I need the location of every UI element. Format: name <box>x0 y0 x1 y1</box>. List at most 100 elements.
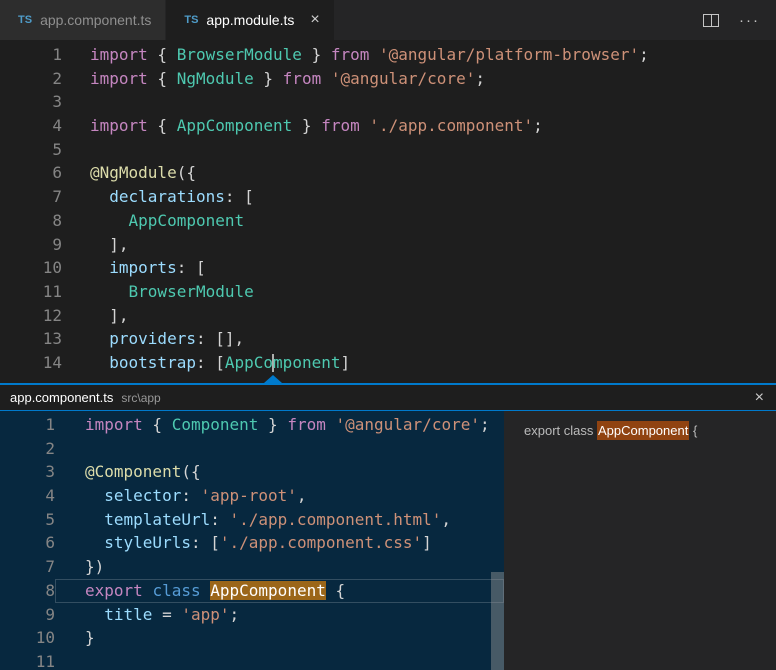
code-token: export <box>85 581 143 600</box>
line-number: 6 <box>0 161 62 185</box>
code-line: 13 providers: [], <box>0 327 776 351</box>
code-line-text: declarations: [ <box>62 185 776 209</box>
line-number: 4 <box>0 484 55 508</box>
peek-definition-widget: app.component.ts src\app × 1 import { Com… <box>0 383 776 670</box>
code-line: 7 declarations: [ <box>0 185 776 209</box>
peek-vertical-scrollbar[interactable] <box>491 572 504 670</box>
code-token <box>85 533 104 552</box>
reference-match-highlight: AppComponent <box>597 421 689 440</box>
code-token: from <box>331 45 370 64</box>
code-token <box>90 187 109 206</box>
more-actions-icon[interactable]: ··· <box>739 13 760 28</box>
close-peek-icon[interactable]: × <box>755 390 764 406</box>
line-number: 13 <box>0 327 62 351</box>
code-token: { <box>148 45 177 64</box>
code-line-text <box>55 437 504 461</box>
line-number: 11 <box>0 280 62 304</box>
code-line: 6 styleUrls: ['./app.component.css'] <box>0 531 504 555</box>
code-token: : [], <box>196 329 244 348</box>
code-token: : [ <box>196 353 225 372</box>
line-number: 2 <box>0 437 55 461</box>
code-token: '@angular/core' <box>331 69 476 88</box>
code-line-text: templateUrl: './app.component.html', <box>55 508 504 532</box>
line-number: 7 <box>0 185 62 209</box>
editor-app-module[interactable]: 1import { BrowserModule } from '@angular… <box>0 40 776 383</box>
code-token: './app.component.html' <box>230 510 442 529</box>
code-line: 11 <box>0 650 504 670</box>
line-number: 6 <box>0 531 55 555</box>
code-line: 8 AppComponent <box>0 209 776 233</box>
code-token: ] <box>340 353 350 372</box>
code-token: { <box>148 69 177 88</box>
code-line-text: export class AppComponent { <box>55 579 504 603</box>
code-line-text: ], <box>62 233 776 257</box>
code-line-text: bootstrap: [AppComponent] <box>62 351 776 375</box>
code-line: 9 ], <box>0 233 776 257</box>
code-token: BrowserModule <box>129 282 254 301</box>
line-number: 7 <box>0 555 55 579</box>
code-token: styleUrls <box>104 533 191 552</box>
code-token: import <box>90 45 148 64</box>
code-token: title <box>104 605 152 624</box>
typescript-file-icon: TS <box>184 14 198 26</box>
code-token: { <box>148 116 177 135</box>
code-token: import <box>85 415 143 434</box>
line-number: 3 <box>0 460 55 484</box>
main-code-area: 1import { BrowserModule } from '@angular… <box>0 43 776 375</box>
line-number: 5 <box>0 508 55 532</box>
code-token: providers <box>109 329 196 348</box>
code-line-text: styleUrls: ['./app.component.css'] <box>55 531 504 555</box>
code-token <box>85 510 104 529</box>
code-line: 4 selector: 'app-root', <box>0 484 504 508</box>
code-token: ; <box>533 116 543 135</box>
code-token: 'app' <box>181 605 229 624</box>
code-token <box>90 282 129 301</box>
line-number: 1 <box>0 413 55 437</box>
code-token: : [ <box>225 187 254 206</box>
tab-label: app.module.ts <box>206 12 294 28</box>
code-line: 2import { NgModule } from '@angular/core… <box>0 67 776 91</box>
code-token: } <box>85 628 95 647</box>
code-token: from <box>321 116 360 135</box>
line-number: 1 <box>0 43 62 67</box>
code-line: 10} <box>0 626 504 650</box>
tab-app-module-ts[interactable]: TS app.module.ts × <box>166 0 334 40</box>
peek-editor-app-component[interactable]: 1import { Component } from '@angular/cor… <box>0 411 504 670</box>
code-token <box>143 581 153 600</box>
peek-body: 1import { Component } from '@angular/cor… <box>0 411 776 670</box>
code-token: : [ <box>177 258 206 277</box>
code-line-text: @NgModule({ <box>62 161 776 185</box>
code-token: AppCo <box>225 353 273 372</box>
peek-references-list: export class AppComponent { <box>504 411 776 670</box>
code-token: ], <box>90 235 129 254</box>
code-token <box>90 211 129 230</box>
code-token: Component <box>172 415 259 434</box>
code-line: 5 templateUrl: './app.component.html', <box>0 508 504 532</box>
code-line-text: title = 'app'; <box>55 603 504 627</box>
line-number: 14 <box>0 351 62 375</box>
code-token: AppComponent <box>129 211 245 230</box>
peek-file-path: src\app <box>121 391 160 405</box>
code-line: 9 title = 'app'; <box>0 603 504 627</box>
tab-app-component-ts[interactable]: TS app.component.ts <box>0 0 166 40</box>
line-number: 10 <box>0 626 55 650</box>
peek-reference-item[interactable]: export class AppComponent { <box>504 419 776 442</box>
code-token: ] <box>422 533 432 552</box>
code-token: , <box>441 510 451 529</box>
code-token: ], <box>90 306 129 325</box>
code-token: from <box>287 415 326 434</box>
code-token: AppComponent <box>177 116 293 135</box>
code-line: 12 ], <box>0 304 776 328</box>
code-line: 5 <box>0 138 776 162</box>
typescript-file-icon: TS <box>18 14 32 26</box>
code-token: imports <box>109 258 176 277</box>
code-token: }) <box>85 557 104 576</box>
close-tab-icon[interactable]: × <box>310 12 319 28</box>
peek-file-name: app.component.ts <box>10 390 113 405</box>
code-token: : <box>181 486 200 505</box>
line-number: 8 <box>0 209 62 233</box>
code-line: 1import { BrowserModule } from '@angular… <box>0 43 776 67</box>
reference-text: { <box>689 423 697 438</box>
code-token: import <box>90 116 148 135</box>
split-editor-icon[interactable] <box>703 14 719 27</box>
